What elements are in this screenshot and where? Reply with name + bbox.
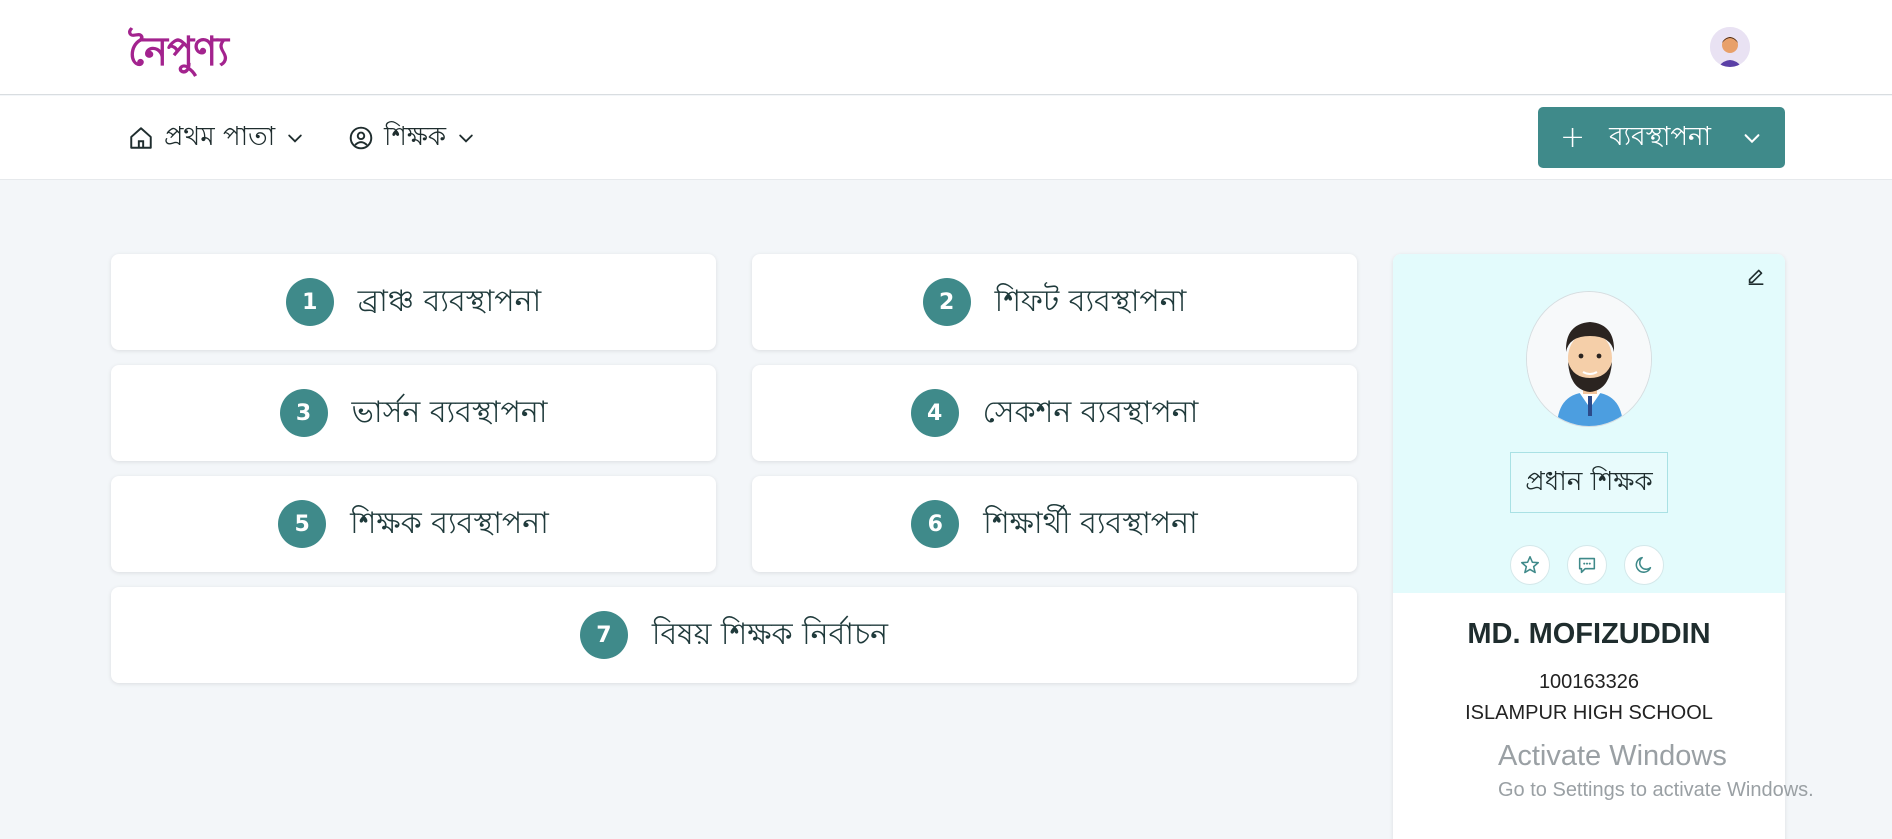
favorite-button[interactable]	[1510, 545, 1550, 585]
watermark-title: Activate Windows	[1498, 740, 1727, 772]
card-label: ভার্সন ব্যবস্থাপনা	[351, 394, 548, 430]
card-number-badge: 3	[279, 389, 328, 437]
role-label: প্রধান শিক্ষক	[1525, 466, 1653, 497]
card-label: সেকশন ব্যবস্থাপনা	[982, 394, 1199, 430]
nav-home-label: প্রথম পাতা	[164, 122, 276, 152]
top-bar: নৈপুণ্য	[0, 0, 1892, 95]
card-number-badge: 7	[579, 611, 628, 659]
profile-name: MD. MOFIZUDDIN	[1467, 618, 1711, 650]
user-circle-icon	[349, 126, 373, 150]
home-icon	[130, 127, 152, 149]
profile-school: ISLAMPUR HIGH SCHOOL	[1465, 702, 1713, 724]
manage-dropdown-button[interactable]: + ব্যবস্থাপনা	[1538, 107, 1785, 168]
avatar-icon	[1710, 27, 1750, 67]
role-badge: প্রধান শিক্ষক	[1510, 452, 1668, 513]
chevron-down-icon	[1744, 133, 1760, 143]
message-button[interactable]	[1567, 545, 1607, 585]
card-subject-teacher-selection[interactable]: 7 বিষয় শিক্ষক নির্বাচন	[111, 587, 1357, 683]
card-number-badge: 4	[910, 389, 959, 437]
profile-id: 100163326	[1538, 671, 1640, 693]
card-label: শিফট ব্যবস্থাপনা	[994, 283, 1187, 319]
nav-teacher-label: শিক্ষক	[384, 122, 447, 152]
nav-teacher[interactable]: শিক্ষক	[348, 120, 476, 156]
card-label: ব্রাঞ্চ ব্যবস্থাপনা	[357, 283, 542, 319]
card-number-badge: 1	[285, 278, 334, 326]
card-version-management[interactable]: 3 ভার্সন ব্যবস্থাপনা	[111, 365, 716, 461]
profile-header: প্রধান শিক্ষক	[1393, 254, 1785, 593]
app-logo[interactable]: নৈপুণ্য	[128, 20, 229, 87]
moon-icon	[1635, 556, 1652, 573]
logo-text: নৈপুণ্য	[128, 28, 229, 75]
windows-activation-watermark: Activate Windows Go to Settings to activ…	[1498, 740, 1814, 802]
profile-photo	[1526, 291, 1652, 427]
card-label: শিক্ষার্থী ব্যবস্থাপনা	[983, 505, 1198, 541]
theme-toggle-button[interactable]	[1624, 545, 1664, 585]
card-number-badge: 6	[911, 500, 960, 548]
card-student-management[interactable]: 6 শিক্ষার্থী ব্যবস্থাপনা	[752, 476, 1357, 572]
card-teacher-management[interactable]: 5 শিক্ষক ব্যবস্থাপনা	[111, 476, 716, 572]
nav-home[interactable]: প্রথম পাতা	[128, 120, 305, 156]
chevron-down-icon	[288, 134, 302, 143]
card-number-badge: 5	[278, 500, 327, 548]
watermark-subtitle: Go to Settings to activate Windows.	[1498, 779, 1814, 801]
edit-icon[interactable]	[1745, 264, 1767, 286]
star-icon	[1520, 555, 1540, 574]
card-shift-management[interactable]: 2 শিফট ব্যবস্থাপনা	[752, 254, 1357, 350]
manage-button-label: ব্যবস্থাপনা	[1609, 121, 1712, 152]
chat-icon	[1578, 557, 1596, 574]
card-label: বিষয় শিক্ষক নির্বাচন	[651, 616, 889, 652]
chevron-down-icon	[459, 134, 473, 143]
card-number-badge: 2	[922, 278, 971, 326]
user-avatar[interactable]	[1710, 27, 1750, 67]
card-section-management[interactable]: 4 সেকশন ব্যবস্থাপনা	[752, 365, 1357, 461]
card-label: শিক্ষক ব্যবস্থাপনা	[350, 505, 549, 541]
plus-icon: +	[1560, 120, 1586, 155]
teacher-avatar-icon	[1527, 292, 1651, 426]
card-branch-management[interactable]: 1 ব্রাঞ্চ ব্যবস্থাপনা	[111, 254, 716, 350]
